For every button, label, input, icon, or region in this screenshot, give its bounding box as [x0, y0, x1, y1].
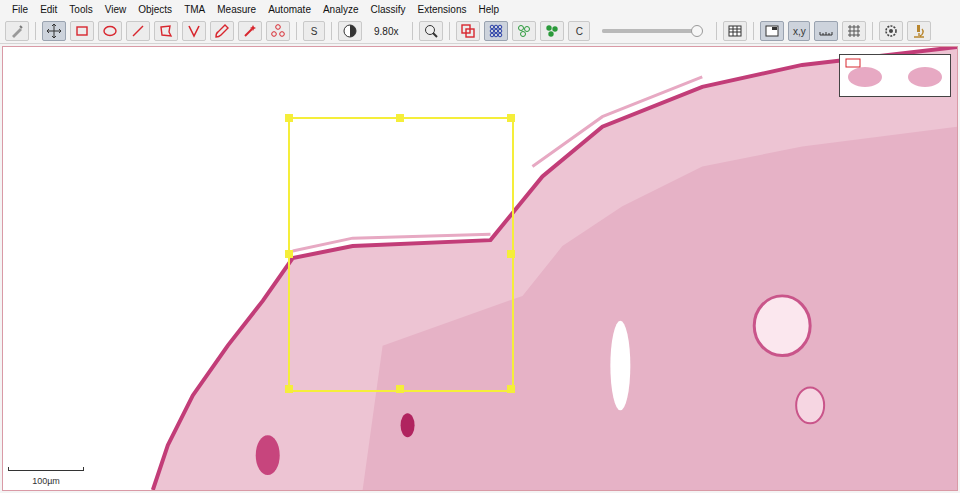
- toolbar-button[interactable]: [540, 21, 564, 41]
- toolbar-button[interactable]: [266, 21, 290, 41]
- table-icon: [727, 23, 743, 39]
- polyline-icon: [186, 23, 202, 39]
- menu-item[interactable]: Objects: [132, 1, 178, 19]
- scale-line: [8, 467, 84, 471]
- toolbar-button[interactable]: [182, 21, 206, 41]
- menu-item[interactable]: Tools: [63, 1, 98, 19]
- toolbar-button[interactable]: [70, 21, 94, 41]
- qupath-window: FileEditToolsViewObjectsTMAMeasureAutoma…: [0, 0, 960, 493]
- points-icon: [270, 23, 286, 39]
- overview-icon: [764, 23, 780, 39]
- toolbar-button[interactable]: [456, 21, 480, 41]
- move-icon: [46, 23, 62, 39]
- toolbar-button[interactable]: [512, 21, 536, 41]
- annotation-handle[interactable]: [507, 385, 515, 393]
- toolbar-separator: [449, 22, 450, 40]
- tma-icon: [488, 23, 504, 39]
- menu-item[interactable]: Measure: [211, 1, 262, 19]
- toolbar-separator: [35, 22, 36, 40]
- rectangle-icon: [74, 23, 90, 39]
- menu-item[interactable]: Classify: [365, 1, 412, 19]
- toolbar-button[interactable]: x,y: [788, 21, 810, 41]
- ellipse-icon: [102, 23, 118, 39]
- overview-thumbnail[interactable]: [839, 54, 951, 97]
- toolbar-button[interactable]: [154, 21, 178, 41]
- image-viewer[interactable]: 100µm: [2, 46, 958, 491]
- toolbar-button[interactable]: [42, 21, 66, 41]
- menu-item[interactable]: File: [6, 1, 34, 19]
- brush-icon: [214, 23, 230, 39]
- annotation-handle[interactable]: [285, 114, 293, 122]
- annotations-icon: [460, 23, 476, 39]
- slider-fill: [602, 29, 697, 33]
- annotation-handle[interactable]: [507, 250, 515, 258]
- pen-icon: [9, 23, 25, 39]
- annotation-handle[interactable]: [285, 385, 293, 393]
- wand-icon: [242, 23, 258, 39]
- rectangle-annotation[interactable]: [288, 117, 514, 392]
- toolbar-button[interactable]: [238, 21, 262, 41]
- menu-item[interactable]: Automate: [262, 1, 317, 19]
- menu-item[interactable]: View: [99, 1, 133, 19]
- grid-icon: [846, 23, 862, 39]
- scale-bar: 100µm: [8, 467, 84, 487]
- slider-thumb[interactable]: [691, 25, 703, 37]
- toolbar-separator: [412, 22, 413, 40]
- zoom-label: 9.80x: [366, 26, 406, 37]
- menu-item[interactable]: Analyze: [317, 1, 365, 19]
- menu-bar: FileEditToolsViewObjectsTMAMeasureAutoma…: [0, 0, 960, 19]
- detections-icon: [516, 23, 532, 39]
- menu-item[interactable]: Help: [472, 1, 505, 19]
- zoom-icon: [423, 23, 439, 39]
- toolbar-separator: [753, 22, 754, 40]
- opacity-slider[interactable]: [602, 29, 702, 33]
- toolbar-button[interactable]: S: [303, 21, 325, 41]
- toolbar-separator: [296, 22, 297, 40]
- toolbar-separator: [872, 22, 873, 40]
- toolbar-separator: [716, 22, 717, 40]
- menu-item[interactable]: Extensions: [412, 1, 473, 19]
- polygon-icon: [158, 23, 174, 39]
- annotation-handle[interactable]: [285, 250, 293, 258]
- line-icon: [130, 23, 146, 39]
- toolbar-separator: [331, 22, 332, 40]
- annotation-handle[interactable]: [396, 385, 404, 393]
- toolbar-button[interactable]: [98, 21, 122, 41]
- toolbar-button[interactable]: [210, 21, 234, 41]
- toolbar-button[interactable]: [484, 21, 508, 41]
- tissue-image: [3, 47, 957, 490]
- toolbar-button[interactable]: [723, 21, 747, 41]
- annotation-handle[interactable]: [396, 114, 404, 122]
- toolbar-button[interactable]: [338, 21, 362, 41]
- menu-item[interactable]: Edit: [34, 1, 63, 19]
- toolbar-button[interactable]: [419, 21, 443, 41]
- toolbar: S 9.80x Cx,y: [0, 19, 960, 44]
- contrast-icon: [342, 23, 358, 39]
- scale-label: 100µm: [32, 476, 60, 487]
- toolbar-button[interactable]: C: [568, 21, 590, 41]
- toolbar-button[interactable]: [907, 21, 931, 41]
- gear-icon: [883, 23, 899, 39]
- toolbar-button[interactable]: [842, 21, 866, 41]
- overview-image-icon: [840, 55, 950, 96]
- scalebar-icon: [818, 23, 834, 39]
- toolbar-button[interactable]: [879, 21, 903, 41]
- toolbar-button[interactable]: [126, 21, 150, 41]
- toolbar-button[interactable]: [760, 21, 784, 41]
- menu-item[interactable]: TMA: [178, 1, 211, 19]
- annotation-handle[interactable]: [507, 114, 515, 122]
- fill-detections-icon: [544, 23, 560, 39]
- microscope-icon: [911, 23, 927, 39]
- toolbar-button[interactable]: [5, 21, 29, 41]
- toolbar-button[interactable]: [814, 21, 838, 41]
